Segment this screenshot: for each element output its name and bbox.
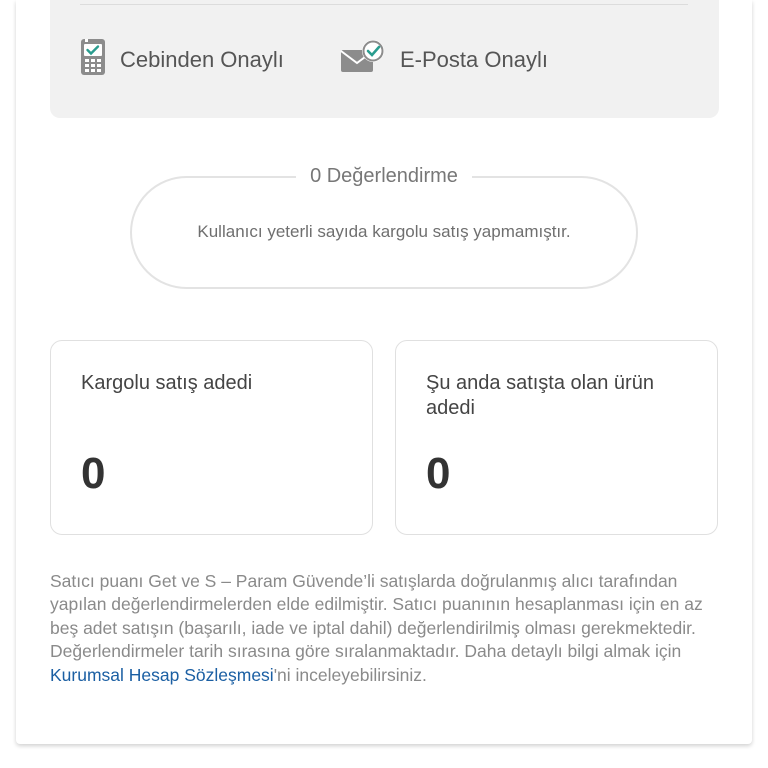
products-on-sale-label: Şu anda satışta olan ürün adedi	[426, 372, 654, 419]
phone-verified-label: Cebinden Onaylı	[120, 47, 284, 72]
email-verified-badge: E-Posta Onaylı	[340, 40, 548, 80]
info-text-end: 'ni inceleyebilirsiniz.	[273, 664, 427, 685]
phone-check-icon	[80, 38, 106, 82]
email-verified-label: E-Posta Onaylı	[400, 47, 548, 72]
rating-count-title: 0 Değerlendirme	[296, 162, 472, 190]
corporate-agreement-link[interactable]: Kurumsal Hesap Sözleşmesi	[50, 665, 274, 685]
shipped-sales-value: 0	[81, 449, 106, 498]
verification-divider	[80, 4, 688, 5]
products-on-sale-value: 0	[426, 449, 451, 498]
products-on-sale-card: Şu anda satışta olan ürün adedi 0	[395, 340, 718, 535]
info-text-start: Satıcı puanı Get ve S – Param Güvende’li…	[50, 571, 703, 662]
mail-check-icon	[340, 39, 386, 81]
seller-profile-page: Cebinden Onaylı E-Posta Onaylı 0 Değerle…	[0, 0, 768, 768]
shipped-sales-label: Kargolu satış adedi	[81, 372, 253, 394]
seller-rating-info: Satıcı puanı Get ve S – Param Güvende’li…	[50, 570, 730, 687]
phone-verified-badge: Cebinden Onaylı	[80, 38, 284, 82]
rating-message: Kullanıcı yeterli sayıda kargolu satış y…	[197, 222, 571, 241]
shipped-sales-card: Kargolu satış adedi 0	[50, 340, 373, 535]
